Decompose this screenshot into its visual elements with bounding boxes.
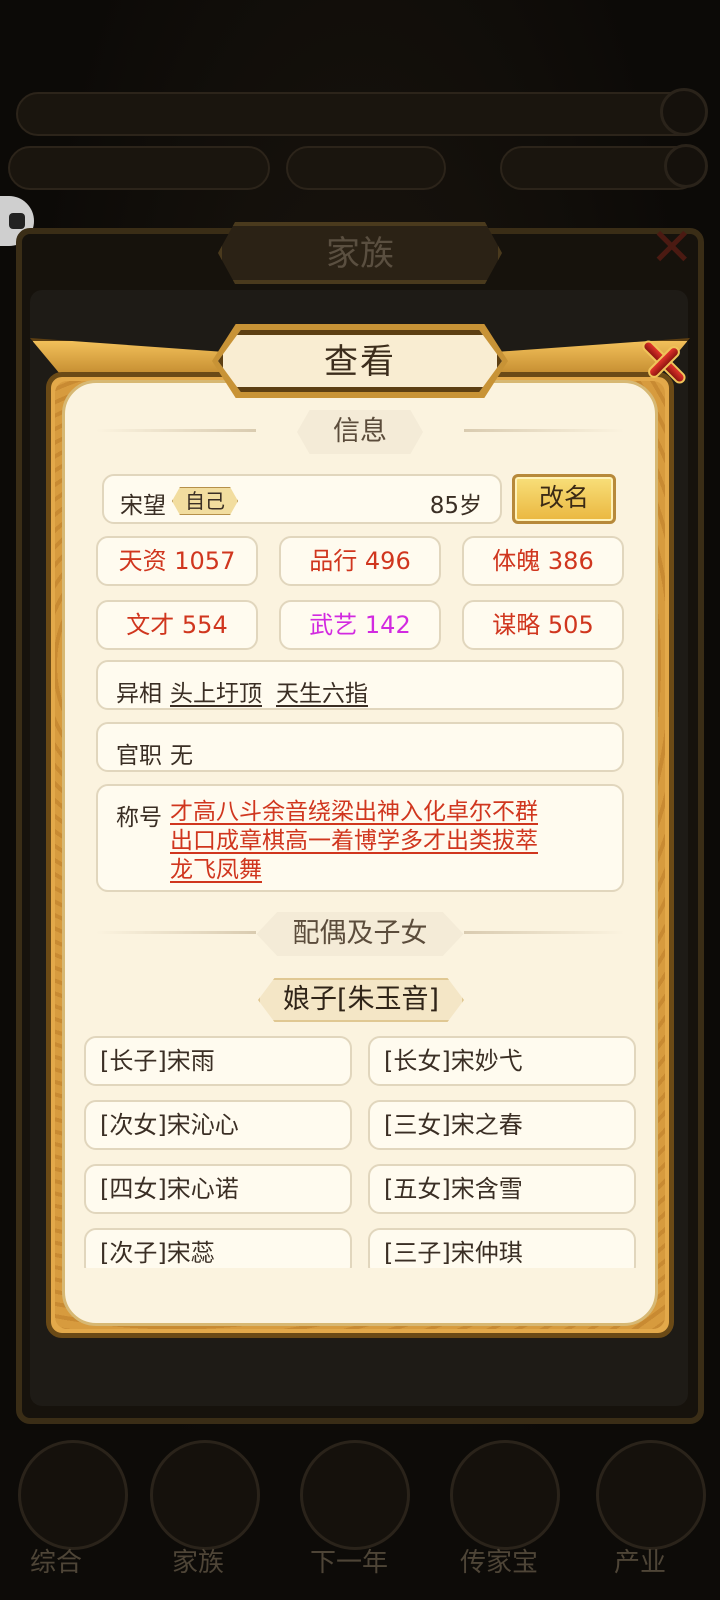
family-panel-title: 家族 <box>218 222 502 284</box>
child-item[interactable]: [五女]宋含雪 <box>368 1164 636 1214</box>
self-badge: 自己 <box>172 487 238 515</box>
office-value: 无 <box>170 743 193 769</box>
stat-literary: 文才 554 <box>96 600 258 650</box>
titles-line: 出口成章棋高一着博学多才出类拔萃 <box>170 828 538 854</box>
child-item[interactable]: [长子]宋雨 <box>84 1036 352 1086</box>
titles-line: 才高八斗余音绕梁出神入化卓尔不群 <box>170 799 538 825</box>
child-item[interactable]: [四女]宋心诺 <box>84 1164 352 1214</box>
child-item[interactable]: [长女]宋妙弋 <box>368 1036 636 1086</box>
titles-label: 称号 <box>116 805 162 831</box>
titles-row: 称号 才高八斗余音绕梁出神入化卓尔不群 出口成章棋高一着博学多才出类拔萃 龙飞凤… <box>96 784 624 892</box>
bg-add-icon <box>664 144 708 188</box>
titles-line: 龙飞凤舞 <box>170 857 262 883</box>
section-title: 信息 <box>297 410 423 454</box>
child-item[interactable]: [三子]宋仲琪 <box>368 1228 636 1268</box>
family-section-header: 配偶及子女 <box>96 912 624 956</box>
traits-row: 异相 头上圩顶 天生六指 <box>96 660 624 710</box>
nav-label: 产业 <box>614 1548 667 1578</box>
office-label: 官职 <box>116 743 162 769</box>
family-close-icon: ✕ <box>650 218 694 278</box>
person-name: 宋望 <box>120 493 166 519</box>
nav-label: 综合 <box>30 1548 83 1578</box>
bg-year-bar <box>286 146 446 190</box>
bg-nav-icon <box>450 1440 560 1550</box>
traits-label: 异相 <box>116 681 162 707</box>
titles-list[interactable]: 才高八斗余音绕梁出神入化卓尔不群 出口成章棋高一着博学多才出类拔萃 龙飞凤舞 <box>170 798 590 885</box>
stat-martial: 武艺 142 <box>279 600 441 650</box>
stat-physique: 体魄 386 <box>462 536 624 586</box>
person-name-row: 宋望 自己 85岁 <box>102 474 502 524</box>
nav-label: 家族 <box>172 1548 225 1578</box>
stat-strategy: 谋略 505 <box>462 600 624 650</box>
close-button[interactable] <box>630 330 694 394</box>
trait-link[interactable]: 头上圩顶 <box>170 674 262 708</box>
section-title: 配偶及子女 <box>256 912 464 956</box>
bg-help-icon <box>660 88 708 136</box>
dialog-title: 查看 <box>218 330 502 392</box>
divider <box>464 931 624 934</box>
bg-family-size-bar <box>8 146 270 190</box>
child-item[interactable]: [次子]宋蕊 <box>84 1228 352 1268</box>
bg-resource-bar <box>16 92 706 136</box>
bg-nav-icon <box>18 1440 128 1550</box>
stat-conduct: 品行 496 <box>279 536 441 586</box>
rename-button[interactable]: 改名 <box>512 474 616 524</box>
bottom-nav: 综合 家族 下一年 传家宝 产业 <box>0 1430 720 1600</box>
bg-nav-icon <box>150 1440 260 1550</box>
child-item[interactable]: [三女]宋之春 <box>368 1100 636 1150</box>
divider <box>96 931 256 934</box>
trait-link[interactable]: 天生六指 <box>276 674 368 708</box>
bg-nav-icon <box>300 1440 410 1550</box>
bg-nav-icon <box>596 1440 706 1550</box>
divider <box>96 429 256 432</box>
nav-label: 下一年 <box>310 1548 389 1578</box>
divider <box>464 429 624 432</box>
person-age: 85岁 <box>429 493 482 519</box>
office-row: 官职 无 <box>96 722 624 772</box>
child-item[interactable]: [次女]宋沁心 <box>84 1100 352 1150</box>
spouse-label[interactable]: 娘子[朱玉音] <box>258 978 464 1022</box>
nav-label: 传家宝 <box>460 1548 539 1578</box>
stat-aptitude: 天资 1057 <box>96 536 258 586</box>
info-section-header: 信息 <box>96 410 624 454</box>
children-list[interactable]: [长子]宋雨 [长女]宋妙弋 [次女]宋沁心 [三女]宋之春 [四女]宋心诺 [… <box>80 1036 640 1268</box>
